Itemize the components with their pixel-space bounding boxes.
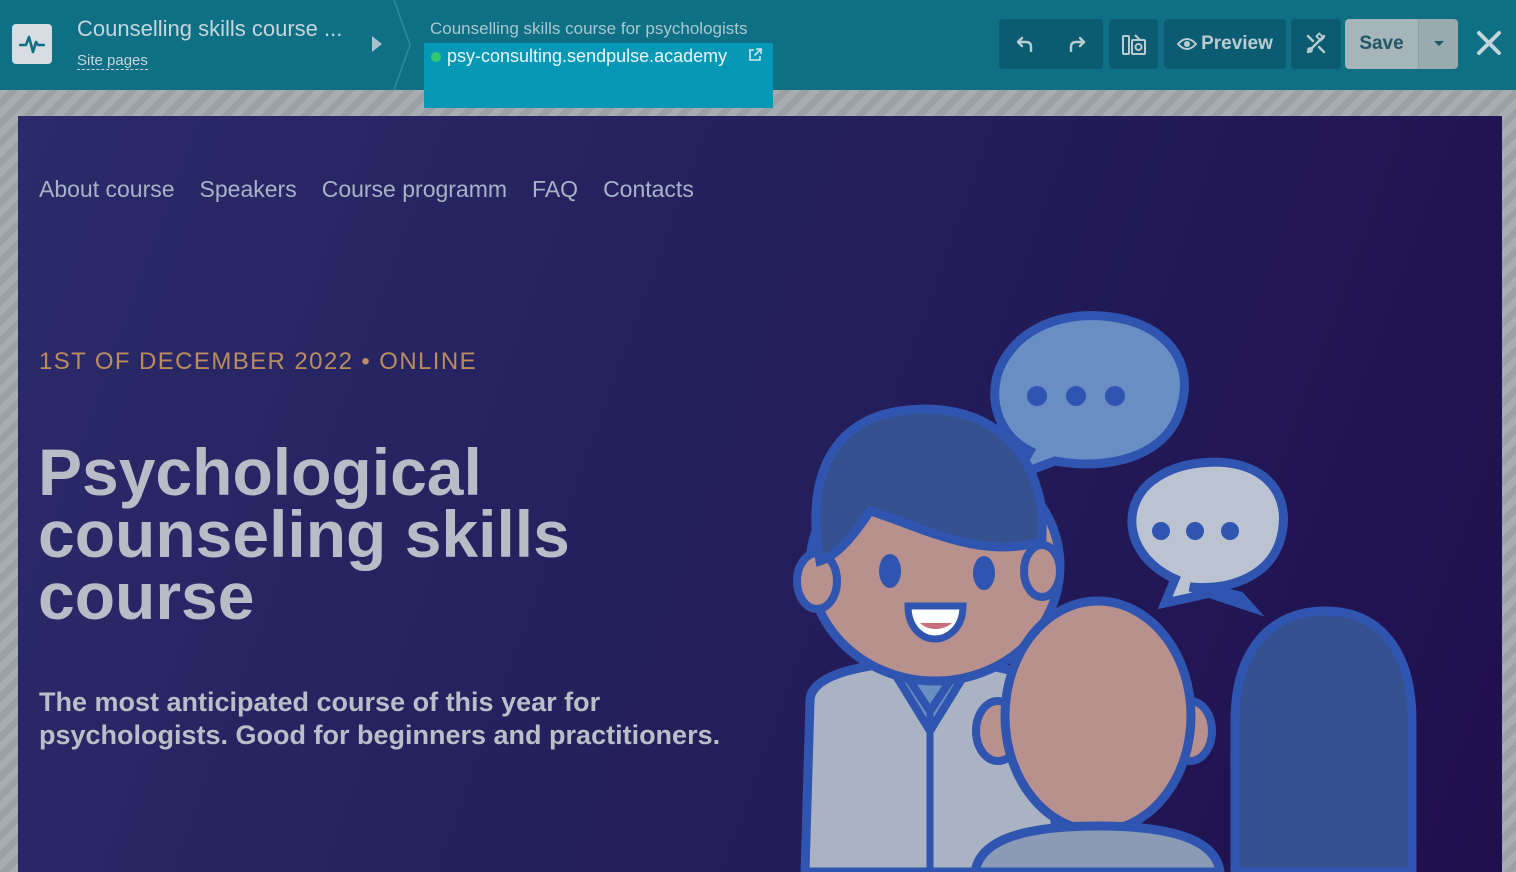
save-split-button: Save — [1345, 19, 1458, 69]
library-group — [1109, 19, 1158, 69]
status-online-dot — [431, 52, 441, 62]
eye-icon — [1177, 38, 1198, 50]
external-link-icon[interactable] — [748, 48, 762, 62]
site-pages-link[interactable]: Site pages — [77, 52, 148, 70]
undo-button[interactable] — [999, 19, 1051, 69]
undo-icon — [1016, 36, 1033, 53]
nav-item-faq[interactable]: FAQ — [532, 176, 578, 203]
preview-group: Preview — [1164, 19, 1286, 69]
app-logo[interactable] — [12, 24, 52, 64]
save-button[interactable]: Save — [1345, 19, 1418, 69]
preview-button[interactable]: Preview — [1164, 19, 1286, 69]
library-button[interactable] — [1109, 19, 1158, 69]
editor-toolbar: Counselling skills course ... Site pages… — [0, 0, 1516, 108]
nav-item-about-course[interactable]: About course — [39, 176, 175, 203]
redo-icon — [1069, 36, 1086, 53]
tools-button[interactable] — [1291, 19, 1341, 69]
counselor-figure — [793, 404, 1065, 872]
close-icon[interactable] — [1474, 28, 1504, 58]
library-icon — [1121, 34, 1146, 55]
redo-button[interactable] — [1051, 19, 1103, 69]
hero-title: Psychological counseling skills course — [38, 435, 570, 633]
save-options-button[interactable] — [1418, 19, 1458, 69]
page-url-highlight[interactable]: psy-consulting.sendpulse.academy — [424, 43, 773, 108]
hero-subtitle: The most anticipated course of this year… — [39, 687, 721, 750]
nav-item-course-programm[interactable]: Course programm — [322, 176, 507, 203]
caret-down-icon — [1433, 41, 1444, 46]
nav-item-speakers[interactable]: Speakers — [200, 176, 297, 203]
counseling-illustration — [793, 311, 1417, 872]
speech-bubble-icon — [1127, 457, 1288, 617]
landing-nav: About course Speakers Course programm FA… — [39, 176, 694, 203]
breadcrumb-arrow-icon — [372, 36, 382, 52]
site-title[interactable]: Counselling skills course ... — [77, 16, 342, 42]
breadcrumb-separator — [393, 0, 411, 90]
page-url-link[interactable]: psy-consulting.sendpulse.academy — [447, 46, 727, 67]
pulse-logo-icon — [19, 35, 45, 54]
tools-icon — [1306, 32, 1326, 54]
tools-group — [1291, 19, 1341, 69]
page-canvas[interactable]: About course Speakers Course programm FA… — [18, 116, 1502, 872]
event-date: 1ST OF DECEMBER 2022 • ONLINE — [39, 348, 478, 375]
history-group — [999, 19, 1103, 69]
page-name: Counselling skills course for psychologi… — [430, 19, 748, 38]
nav-item-contacts[interactable]: Contacts — [603, 176, 694, 203]
preview-label: Preview — [1201, 33, 1273, 54]
person-silhouette — [1230, 606, 1417, 872]
